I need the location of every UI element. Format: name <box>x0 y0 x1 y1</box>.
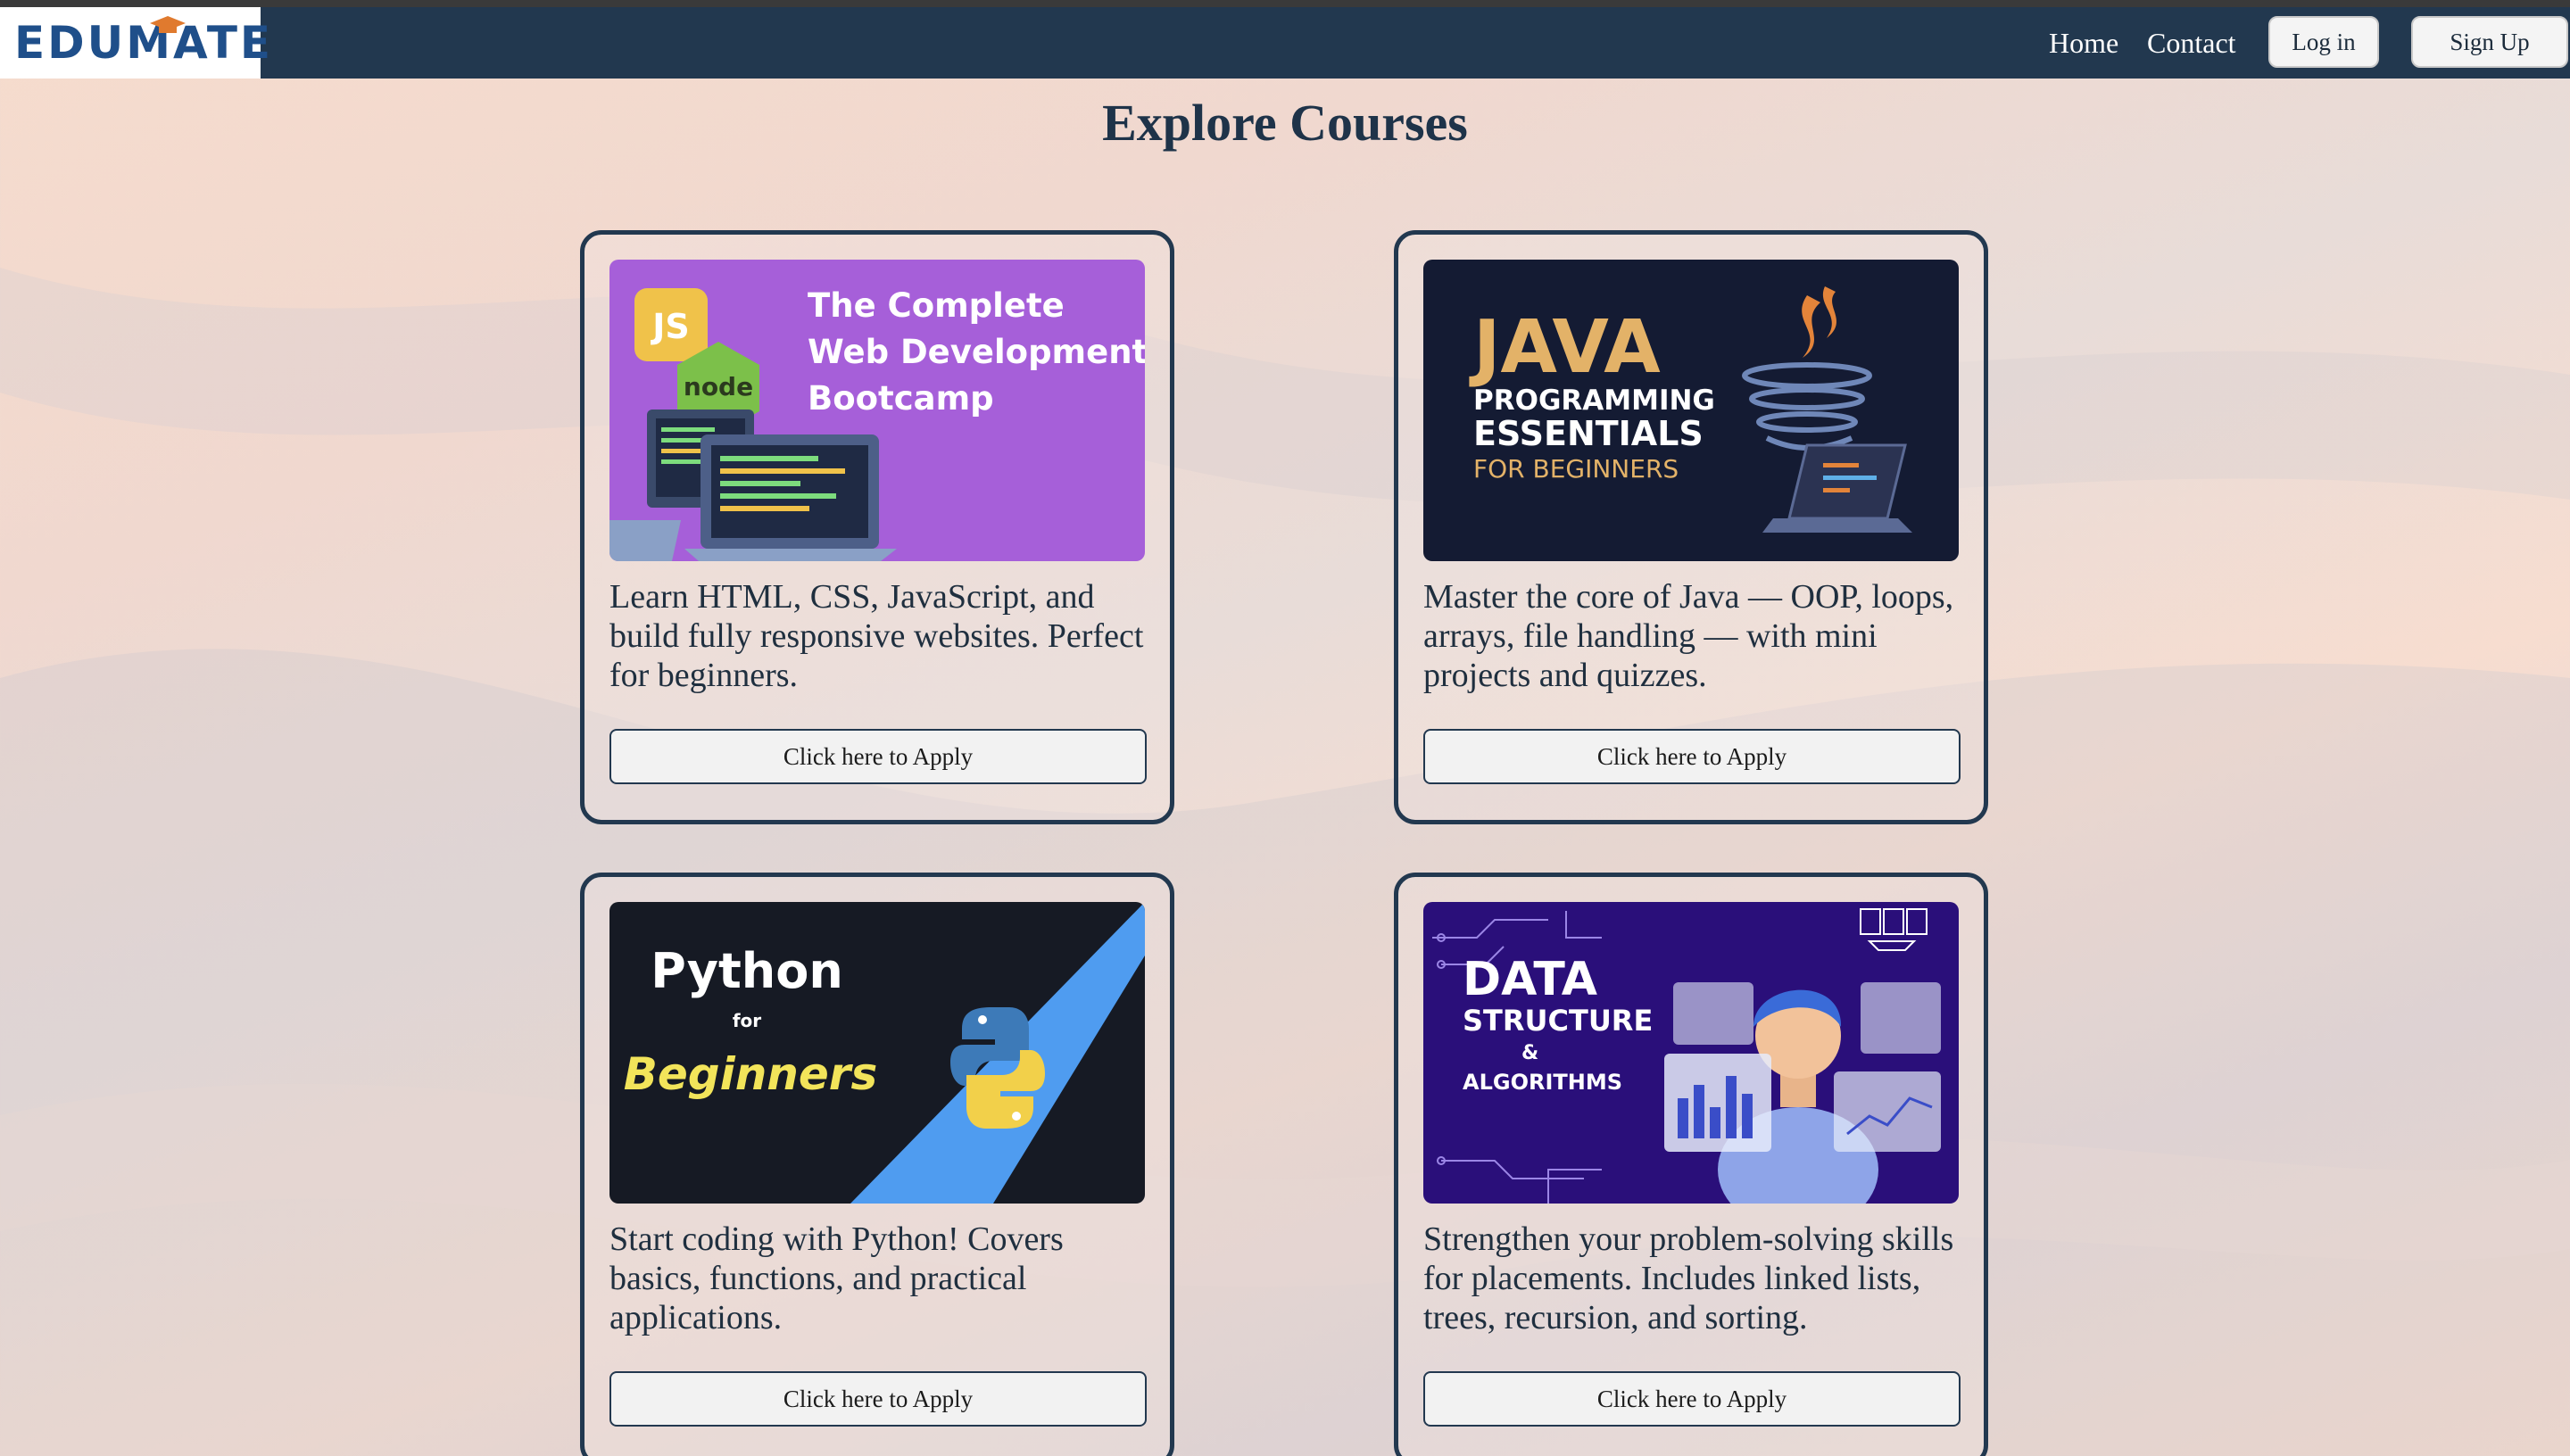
course-description-python: Start coding with Python! Covers basics,… <box>609 1220 1064 1336</box>
logo[interactable]: EDUMATE <box>0 7 270 79</box>
apply-button-web-dev[interactable]: Click here to Apply <box>609 729 1147 784</box>
navbar: EDUMATE Home Contact Log in Sign Up <box>0 7 2570 79</box>
course-description-web-dev: Learn HTML, CSS, JavaScript, and build f… <box>609 578 1144 694</box>
apply-button-python[interactable]: Click here to Apply <box>609 1371 1147 1427</box>
nav-contact-link[interactable]: Contact <box>2147 27 2236 60</box>
web-dev-title-line-3: Bootcamp <box>808 379 994 418</box>
course-image-dsa: DATA STRUCTURE & ALGORITHMS <box>1423 902 1959 1204</box>
python-title-text: Python <box>651 943 843 999</box>
course-description-dsa: Strengthen your problem-solving skills f… <box>1423 1220 1954 1336</box>
login-button[interactable]: Log in <box>2268 16 2379 68</box>
logo-text: EDUMATE <box>14 17 274 69</box>
java-title-text: JAVA <box>1469 305 1661 390</box>
dsa-banner: DATA STRUCTURE & ALGORITHMS <box>1423 902 1959 1204</box>
background-wave <box>0 268 2570 1456</box>
python-for-text: for <box>733 1010 761 1031</box>
web-dev-title-line-2: Web Development <box>808 333 1145 371</box>
node-badge-text: node <box>684 372 753 401</box>
web-dev-banner: JS node The Complete Web Development Boo… <box>609 260 1145 561</box>
window-top-edge <box>0 0 2570 7</box>
web-dev-title-line-1: The Complete <box>808 286 1065 325</box>
course-description-java: Master the core of Java — OOP, loops, ar… <box>1423 578 1954 694</box>
course-card-python: Python for Beginners Start coding with P… <box>580 873 1174 1456</box>
java-subtitle-3: FOR BEGINNERS <box>1473 454 1679 484</box>
graduation-cap-icon <box>150 16 186 33</box>
signup-button[interactable]: Sign Up <box>2411 16 2568 68</box>
apply-button-dsa[interactable]: Click here to Apply <box>1423 1371 1961 1427</box>
course-image-java: JAVA PROGRAMMING ESSENTIALS FOR BEGINNER… <box>1423 260 1959 561</box>
dsa-title-data: DATA <box>1463 953 1597 1006</box>
java-subtitle-1: PROGRAMMING <box>1473 385 1715 417</box>
java-subtitle-2: ESSENTIALS <box>1473 414 1704 453</box>
js-badge-text: JS <box>650 307 690 346</box>
nav-home-link[interactable]: Home <box>2049 27 2118 60</box>
page-title: Explore Courses <box>1102 94 1468 152</box>
python-beginners-text: Beginners <box>624 1048 877 1100</box>
apply-button-java[interactable]: Click here to Apply <box>1423 729 1961 784</box>
course-card-dsa: DATA STRUCTURE & ALGORITHMS Strengthen y… <box>1394 873 1988 1456</box>
python-banner: Python for Beginners <box>609 902 1145 1204</box>
course-image-web-dev: JS node The Complete Web Development Boo… <box>609 260 1145 561</box>
dsa-title-structure: STRUCTURE <box>1463 1004 1653 1038</box>
course-image-python: Python for Beginners <box>609 902 1145 1204</box>
dsa-title-amp: & <box>1521 1042 1538 1064</box>
java-banner: JAVA PROGRAMMING ESSENTIALS FOR BEGINNER… <box>1423 260 1959 561</box>
course-card-java: JAVA PROGRAMMING ESSENTIALS FOR BEGINNER… <box>1394 230 1988 824</box>
course-card-web-dev: JS node The Complete Web Development Boo… <box>580 230 1174 824</box>
dsa-title-algorithms: ALGORITHMS <box>1463 1070 1622 1095</box>
